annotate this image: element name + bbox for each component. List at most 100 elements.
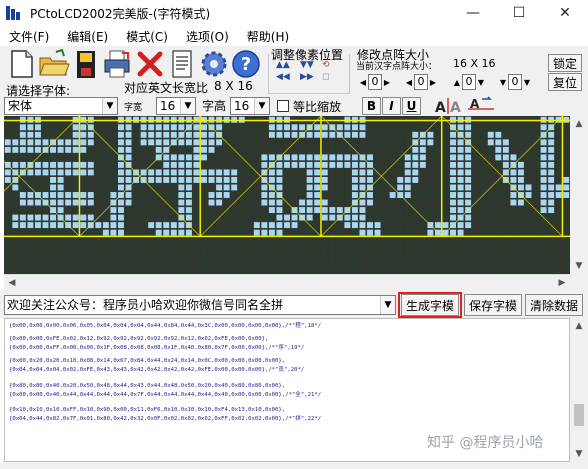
- matrix-dot[interactable]: [314, 176, 321, 183]
- matrix-dot[interactable]: [525, 192, 532, 198]
- matrix-dot[interactable]: [291, 214, 298, 221]
- matrix-dot[interactable]: [261, 139, 268, 146]
- matrix-dot[interactable]: [502, 184, 509, 191]
- matrix-dot[interactable]: [382, 161, 389, 168]
- matrix-dot[interactable]: [487, 199, 494, 206]
- matrix-dot[interactable]: [517, 169, 524, 176]
- matrix-dot[interactable]: [163, 176, 170, 183]
- matrix-dot[interactable]: [87, 237, 94, 244]
- matrix-dot[interactable]: [201, 207, 207, 214]
- matrix-dot[interactable]: [465, 252, 472, 259]
- matrix-dot[interactable]: [367, 214, 373, 221]
- matrix-dot[interactable]: [208, 131, 215, 138]
- matrix-dot[interactable]: [261, 161, 268, 168]
- matrix-dot[interactable]: [525, 184, 532, 191]
- matrix-dot[interactable]: [185, 259, 192, 266]
- matrix-dot[interactable]: [50, 169, 57, 176]
- matrix-dot[interactable]: [434, 184, 441, 191]
- matrix-dot[interactable]: [382, 139, 389, 146]
- matrix-dot[interactable]: [57, 124, 64, 131]
- new-file-icon[interactable]: [6, 48, 38, 80]
- bold-button[interactable]: B: [362, 97, 381, 115]
- matrix-dot[interactable]: [329, 131, 336, 138]
- matrix-dot[interactable]: [389, 259, 396, 266]
- matrix-dot[interactable]: [367, 267, 373, 274]
- matrix-dot[interactable]: [125, 116, 132, 123]
- matrix-dot[interactable]: [155, 131, 162, 138]
- matrix-dot[interactable]: [344, 146, 351, 153]
- flip-icon[interactable]: ◻: [322, 72, 329, 82]
- matrix-dot[interactable]: [34, 124, 41, 131]
- matrix-dot[interactable]: [57, 229, 64, 236]
- lock-button[interactable]: 锁定: [548, 54, 582, 72]
- matrix-dot[interactable]: [57, 267, 64, 274]
- matrix-dot[interactable]: [555, 237, 562, 244]
- matrix-dot[interactable]: [533, 267, 540, 274]
- matrix-dot[interactable]: [223, 184, 230, 191]
- matrix-dot[interactable]: [329, 252, 336, 259]
- matrix-dot[interactable]: [42, 207, 49, 214]
- matrix-dot[interactable]: [480, 199, 487, 206]
- matrix-vertical-scrollbar[interactable]: ▲ ▼: [570, 116, 588, 290]
- matrix-dot[interactable]: [80, 267, 87, 274]
- matrix-dot[interactable]: [517, 184, 524, 191]
- matrix-dot[interactable]: [450, 184, 456, 191]
- matrix-dot[interactable]: [87, 252, 94, 259]
- matrix-dot[interactable]: [299, 192, 306, 198]
- matrix-dot[interactable]: [65, 207, 72, 214]
- matrix-dot[interactable]: [321, 154, 328, 161]
- matrix-dot[interactable]: [465, 154, 472, 161]
- matrix-dot[interactable]: [276, 146, 283, 153]
- matrix-dot[interactable]: [299, 124, 306, 131]
- matrix-dot[interactable]: [170, 154, 177, 161]
- matrix-dot[interactable]: [87, 116, 94, 123]
- matrix-dot[interactable]: [306, 229, 313, 236]
- matrix-dot[interactable]: [223, 169, 230, 176]
- matrix-dot[interactable]: [276, 267, 283, 274]
- matrix-dot[interactable]: [548, 214, 555, 221]
- matrix-dot[interactable]: [110, 116, 117, 123]
- matrix-dot[interactable]: [216, 184, 223, 191]
- matrix-dot[interactable]: [487, 154, 494, 161]
- matrix-dot[interactable]: [57, 116, 64, 123]
- matrix-dot[interactable]: [555, 214, 562, 221]
- matrix-dot[interactable]: [148, 267, 155, 274]
- matrix-dot[interactable]: [80, 161, 87, 168]
- matrix-dot[interactable]: [148, 146, 155, 153]
- matrix-dot[interactable]: [502, 252, 509, 259]
- matrix-dot[interactable]: [125, 169, 132, 176]
- matrix-dot[interactable]: [397, 116, 404, 123]
- matrix-dot[interactable]: [487, 252, 494, 259]
- shift-up-icon[interactable]: ▲▲: [276, 60, 290, 70]
- matrix-dot[interactable]: [336, 176, 343, 183]
- matrix-dot[interactable]: [34, 184, 41, 191]
- matrix-dot[interactable]: [555, 199, 562, 206]
- matrix-dot[interactable]: [57, 259, 64, 266]
- matrix-dot[interactable]: [193, 131, 200, 138]
- matrix-dot[interactable]: [374, 259, 381, 266]
- matrix-dot[interactable]: [80, 154, 87, 161]
- matrix-dot[interactable]: [525, 207, 532, 214]
- matrix-dot[interactable]: [193, 207, 200, 214]
- matrix-dot[interactable]: [72, 267, 79, 274]
- matrix-dot[interactable]: [284, 176, 290, 183]
- matrix-dot[interactable]: [238, 146, 245, 153]
- matrix-dot[interactable]: [4, 124, 11, 131]
- matrix-dot[interactable]: [442, 259, 449, 266]
- matrix-dot[interactable]: [510, 199, 517, 206]
- matrix-dot[interactable]: [555, 244, 562, 251]
- matrix-dot[interactable]: [231, 139, 238, 146]
- matrix-dot[interactable]: [480, 139, 487, 146]
- matrix-dot[interactable]: [367, 192, 373, 198]
- matrix-dot[interactable]: [389, 131, 396, 138]
- matrix-dot[interactable]: [216, 192, 223, 198]
- matrix-dot[interactable]: [434, 146, 441, 153]
- italic-button[interactable]: I: [382, 97, 401, 115]
- matrix-dot[interactable]: [178, 244, 185, 251]
- matrix-dot[interactable]: [193, 176, 200, 183]
- matrix-dot[interactable]: [548, 229, 555, 236]
- matrix-dot[interactable]: [284, 222, 290, 229]
- matrix-dot[interactable]: [442, 199, 449, 206]
- matrix-dot[interactable]: [216, 169, 223, 176]
- matrix-dot[interactable]: [231, 229, 238, 236]
